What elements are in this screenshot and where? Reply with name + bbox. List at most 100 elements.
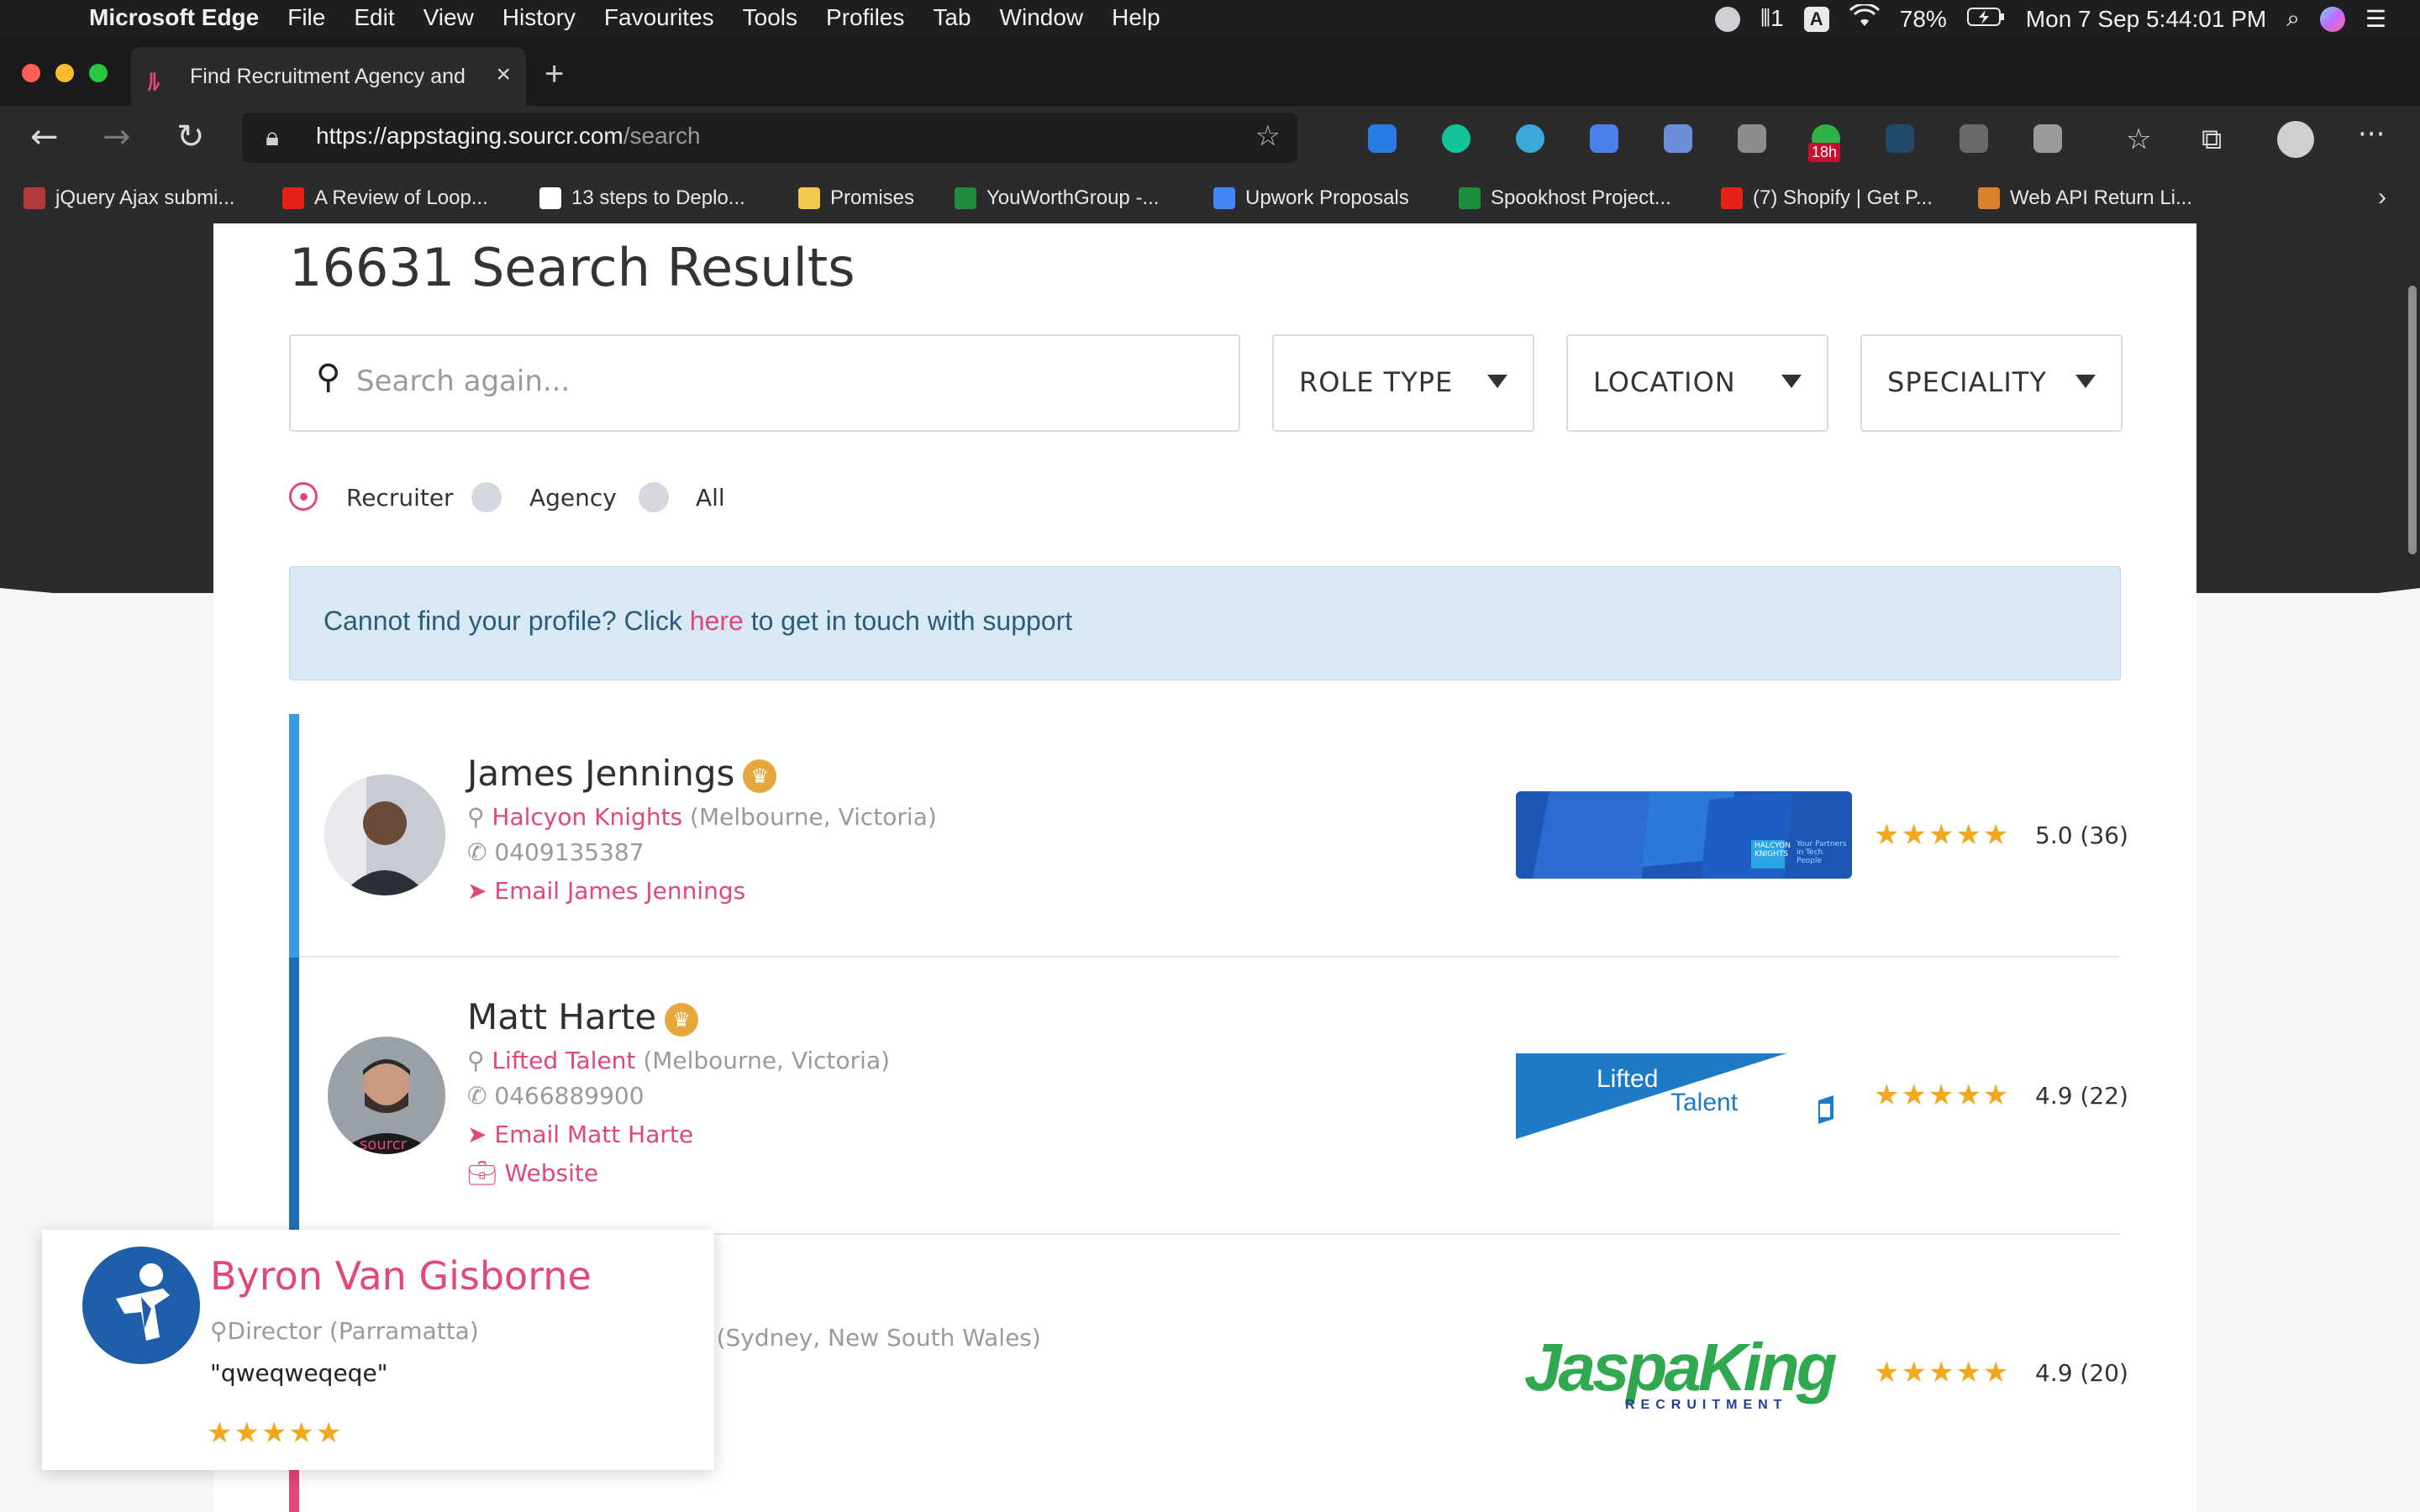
- reviewer-name[interactable]: Byron Van Gisborne: [210, 1253, 592, 1299]
- radio-agency[interactable]: [471, 482, 502, 512]
- send-icon: ➤: [467, 1121, 487, 1148]
- recruiter-avatar[interactable]: [324, 774, 445, 895]
- bookmark-item[interactable]: Upwork Proposals: [1213, 186, 1409, 210]
- menu-file[interactable]: File: [287, 4, 325, 31]
- menu-tab[interactable]: Tab: [933, 4, 971, 31]
- refresh-button[interactable]: ↻: [176, 118, 205, 156]
- profile-avatar-icon[interactable]: [2277, 121, 2314, 158]
- bookmark-item[interactable]: Spookhost Project...: [1459, 186, 1671, 210]
- pen-extension-icon[interactable]: [1664, 124, 1692, 153]
- recruiter-name[interactable]: Matt Harte ♛: [467, 996, 699, 1037]
- wifi-icon[interactable]: [1849, 3, 1880, 34]
- chevron-down-icon: [1781, 375, 1802, 388]
- bookmark-item[interactable]: YouWorthGroup -...: [955, 186, 1159, 210]
- bookmark-item[interactable]: jQuery Ajax submi...: [24, 186, 234, 210]
- medium-icon: [539, 187, 561, 209]
- agency-link[interactable]: Lifted Talent: [492, 1047, 635, 1074]
- send-icon: ➤: [467, 877, 487, 905]
- camera-extension-icon[interactable]: [1738, 124, 1766, 153]
- close-window-button[interactable]: [22, 64, 40, 82]
- minimize-window-button[interactable]: [55, 64, 74, 82]
- react-devtools-icon[interactable]: [1516, 124, 1544, 153]
- support-link[interactable]: here: [690, 606, 744, 636]
- page-scrollbar[interactable]: [2408, 286, 2417, 554]
- status-count[interactable]: ⦀1: [1760, 5, 1784, 33]
- extension-icon-1[interactable]: [1368, 124, 1397, 153]
- website-link[interactable]: 💼︎ Website: [467, 1159, 598, 1187]
- role-type-dropdown[interactable]: ROLE TYPE: [1272, 334, 1534, 432]
- radio-agency-label[interactable]: Agency: [529, 484, 617, 512]
- review-popup-card[interactable]: Byron Van Gisborne ⚲Director (Parramatta…: [42, 1230, 714, 1470]
- menu-help[interactable]: Help: [1112, 4, 1160, 31]
- menu-favourites[interactable]: Favourites: [604, 4, 714, 31]
- rating-score: 4.9 (20): [2035, 1359, 2128, 1387]
- facebook-extension-icon[interactable]: [1960, 124, 1988, 153]
- lock-icon[interactable]: 🔒︎: [266, 123, 279, 152]
- menu-app-name[interactable]: Microsoft Edge: [89, 4, 259, 31]
- bookmark-item[interactable]: (7) Shopify | Get P...: [1721, 186, 1933, 210]
- menu-window[interactable]: Window: [1000, 4, 1084, 31]
- back-button[interactable]: ←: [30, 118, 59, 156]
- address-bar[interactable]: 🔒︎ https://appstaging.sourcr.com/search …: [242, 113, 1297, 163]
- tab-title: Find Recruitment Agency and I: [190, 65, 467, 88]
- bookmark-item[interactable]: Web API Return Li...: [1978, 186, 2192, 210]
- radio-all-label[interactable]: All: [696, 484, 725, 512]
- forward-button[interactable]: →: [103, 118, 131, 156]
- address-url[interactable]: https://appstaging.sourcr.com/search: [316, 123, 701, 150]
- more-menu-icon[interactable]: ···: [2358, 118, 2385, 151]
- search-input[interactable]: ⚲ Search again...: [289, 334, 1240, 432]
- favourites-icon[interactable]: ☆: [2126, 123, 2151, 156]
- radio-recruiter-label[interactable]: Recruiter: [346, 484, 454, 512]
- clock[interactable]: Mon 7 Sep 5:44:01 PM: [2026, 6, 2266, 33]
- support-notice: Cannot find your profile? Click here to …: [289, 566, 2121, 680]
- agency-logo[interactable]: Lifted Talent: [1516, 1052, 1852, 1144]
- menu-history[interactable]: History: [502, 4, 576, 31]
- menubar-items: Microsoft Edge File Edit View History Fa…: [89, 4, 1160, 31]
- battery-icon[interactable]: [1966, 6, 2006, 33]
- bookmark-item[interactable]: A Review of Loop...: [282, 186, 488, 210]
- email-recruiter-link[interactable]: ➤ Email James Jennings: [467, 877, 745, 905]
- spotlight-search-icon[interactable]: ⌕: [2286, 5, 2300, 33]
- macos-menubar: Microsoft Edge File Edit View History Fa…: [0, 0, 2420, 37]
- phone-icon: ✆: [467, 838, 487, 866]
- review-stars: ★★★★★: [207, 1416, 344, 1450]
- notification-center-icon[interactable]: ☰: [2365, 5, 2386, 33]
- siri-icon[interactable]: [2319, 6, 2345, 32]
- menu-tools[interactable]: Tools: [743, 4, 797, 31]
- new-tab-button[interactable]: +: [544, 55, 564, 93]
- map-pin-icon: ⚲: [467, 1047, 485, 1074]
- json-extension-icon[interactable]: [1886, 124, 1914, 153]
- agency-logo[interactable]: JaspaKing RECRUITMENT: [1524, 1329, 1847, 1416]
- translate-icon[interactable]: [1590, 124, 1618, 153]
- zoom-window-button[interactable]: [89, 64, 108, 82]
- collections-icon[interactable]: ⧉: [2202, 123, 2222, 156]
- status-app-icon[interactable]: [1714, 6, 1740, 32]
- location-dropdown[interactable]: LOCATION: [1566, 334, 1828, 432]
- favourite-star-icon[interactable]: ☆: [1255, 119, 1281, 153]
- radio-recruiter[interactable]: [289, 482, 318, 511]
- grammarly-icon[interactable]: [1442, 124, 1470, 153]
- agency-link[interactable]: Halcyon Knights: [492, 803, 682, 831]
- recruiter-agency-location: ⚲ Halcyon Knights (Melbourne, Victoria): [467, 803, 937, 831]
- menu-view[interactable]: View: [424, 4, 474, 31]
- menu-profiles[interactable]: Profiles: [826, 4, 904, 31]
- radio-all[interactable]: [639, 482, 669, 512]
- recruiter-agency-location: ⚲ Lifted Talent (Melbourne, Victoria): [467, 1047, 891, 1074]
- bookmark-item[interactable]: Promises: [798, 186, 914, 210]
- active-tab[interactable]: ﾙ Find Recruitment Agency and I ×: [131, 47, 526, 106]
- more-bookmarks-chevron-icon[interactable]: ›: [2378, 183, 2386, 212]
- recruiter-name[interactable]: James Jennings ♛: [467, 753, 777, 794]
- speciality-dropdown[interactable]: SPECIALITY: [1860, 334, 2123, 432]
- agency-logo[interactable]: HALCYON KNIGHTS Your Partners in Tech Pe…: [1516, 791, 1852, 879]
- recruiter-avatar[interactable]: sourcr: [328, 1037, 445, 1154]
- close-tab-icon[interactable]: ×: [496, 60, 511, 89]
- v-extension-icon[interactable]: [2033, 124, 2062, 153]
- input-source-icon[interactable]: A: [1803, 6, 1829, 32]
- sheets-icon: [955, 187, 976, 209]
- bookmark-item[interactable]: 13 steps to Deplo...: [539, 186, 745, 210]
- bookmark-favicon-icon: [1978, 187, 2000, 209]
- sheets-icon: [1459, 187, 1481, 209]
- speciality-label: SPECIALITY: [1887, 366, 2047, 398]
- menu-edit[interactable]: Edit: [354, 4, 394, 31]
- email-recruiter-link[interactable]: ➤ Email Matt Harte: [467, 1121, 693, 1148]
